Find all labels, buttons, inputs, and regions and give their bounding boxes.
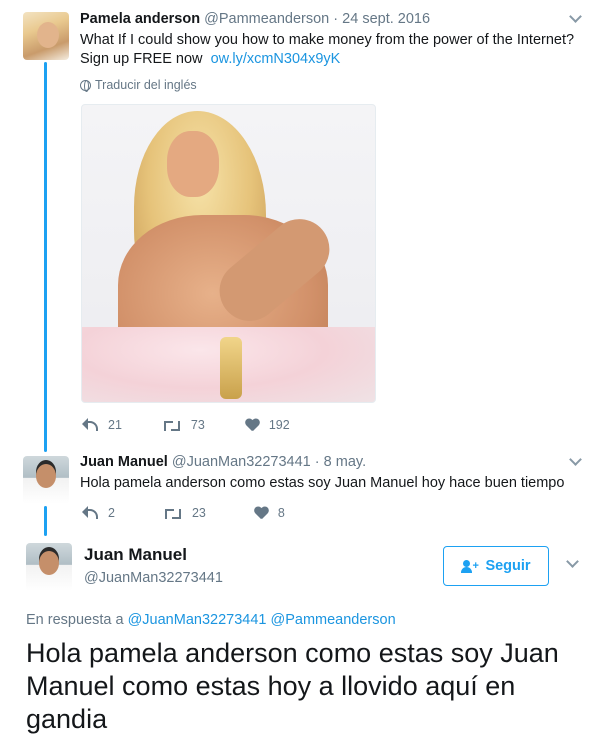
tweet-pamela[interactable]: Pamela anderson @Pammeanderson · 24 sept… xyxy=(0,0,600,440)
photo-face xyxy=(167,131,219,197)
like-count: 192 xyxy=(268,418,290,432)
retweet-icon xyxy=(162,419,181,431)
reply-prefix: En respuesta a xyxy=(26,612,124,628)
avatar[interactable] xyxy=(23,456,69,504)
reply-button[interactable]: 21 xyxy=(82,418,122,432)
reply-count: 21 xyxy=(108,418,122,432)
tweet-text: What If I could show you how to make mon… xyxy=(80,31,580,69)
reply-context: En respuesta a @JuanMan32273441 @Pammean… xyxy=(26,612,396,628)
avatar[interactable] xyxy=(26,543,72,591)
author-name[interactable]: Juan Manuel xyxy=(80,454,168,470)
follow-label: Seguir xyxy=(485,558,531,574)
tweet-date[interactable]: 24 sept. 2016 xyxy=(342,11,430,27)
avatar[interactable] xyxy=(23,12,69,60)
chevron-down-icon[interactable] xyxy=(569,455,581,467)
tweet-date[interactable]: 8 may. xyxy=(324,454,366,470)
add-user-icon: + xyxy=(461,559,479,573)
author-handle[interactable]: @Pammeanderson xyxy=(204,11,329,27)
reply-button[interactable]: 2 xyxy=(82,506,115,520)
reply-user-link[interactable]: @JuanMan32273441 xyxy=(128,612,267,628)
tweet-header: Juan Manuel @JuanMan32273441 · 8 may. xyxy=(80,454,366,470)
like-button[interactable]: 192 xyxy=(245,418,290,432)
chevron-down-icon[interactable] xyxy=(566,557,578,569)
like-button[interactable]: 8 xyxy=(254,506,285,520)
tweet-actions: 2 23 8 xyxy=(82,506,325,520)
tweet-link[interactable]: ow.ly/xcmN304x9yK xyxy=(211,51,341,67)
follow-button[interactable]: + Seguir xyxy=(443,546,549,586)
author-handle[interactable]: @JuanMan32273441 xyxy=(84,570,223,586)
tweet-juan-reply[interactable]: Juan Manuel @JuanMan32273441 · 8 may. Ho… xyxy=(0,450,600,530)
chevron-down-icon[interactable] xyxy=(569,12,581,24)
main-tweet-text: Hola pamela anderson como estas soy Juan… xyxy=(26,638,559,734)
heart-icon xyxy=(245,419,259,432)
photo-bottle xyxy=(220,337,242,399)
reply-icon xyxy=(82,506,98,519)
tweet-photo[interactable] xyxy=(81,104,376,403)
like-count: 8 xyxy=(277,506,285,520)
tweet-header: Pamela anderson @Pammeanderson · 24 sept… xyxy=(80,11,430,27)
author-name[interactable]: Juan Manuel xyxy=(84,545,187,565)
tweet-text-part: Sign up FREE now xyxy=(80,51,203,67)
separator: · xyxy=(333,11,339,27)
retweet-button[interactable]: 73 xyxy=(162,418,205,432)
heart-icon xyxy=(254,507,268,520)
retweet-button[interactable]: 23 xyxy=(163,506,206,520)
author-name[interactable]: Pamela anderson xyxy=(80,11,200,27)
separator: · xyxy=(314,454,320,470)
retweet-count: 23 xyxy=(191,506,206,520)
tweet-text-line: What If I could show you how to make mon… xyxy=(80,32,575,48)
reply-user-link[interactable]: @Pammeanderson xyxy=(271,612,396,628)
retweet-icon xyxy=(163,507,182,519)
author-handle[interactable]: @JuanMan32273441 xyxy=(172,454,311,470)
translate-link[interactable]: Traducir del inglés xyxy=(80,78,197,92)
tweet-actions: 21 73 192 xyxy=(82,418,330,432)
tweet-text-line: Sign up FREE now ow.ly/xcmN304x9yK xyxy=(80,50,580,69)
globe-icon xyxy=(80,79,91,92)
translate-label: Traducir del inglés xyxy=(95,78,197,92)
retweet-count: 73 xyxy=(190,418,205,432)
reply-count: 2 xyxy=(108,506,115,520)
tweet-text: Hola pamela anderson como estas soy Juan… xyxy=(80,475,565,491)
reply-icon xyxy=(82,418,98,431)
